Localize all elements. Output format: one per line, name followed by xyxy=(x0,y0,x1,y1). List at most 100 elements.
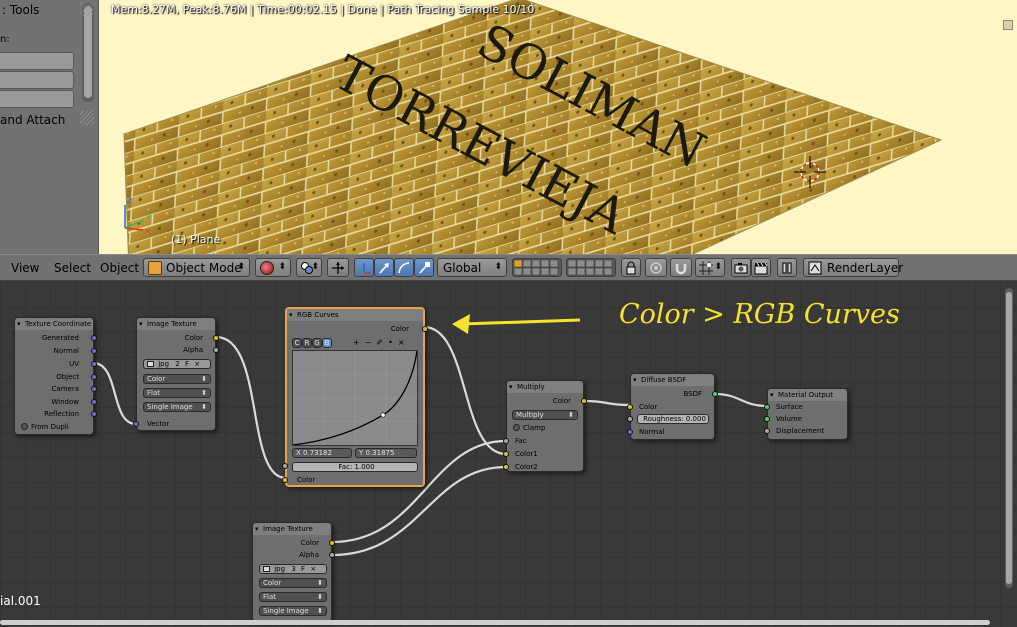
manipulator-scale-toggle[interactable] xyxy=(414,258,434,277)
channel-tab-r[interactable]: R xyxy=(302,338,312,348)
manipulator-toggle[interactable] xyxy=(327,258,349,277)
roughness-field[interactable]: Roughness: 0.000 xyxy=(637,414,709,424)
input-socket-volume[interactable] xyxy=(764,416,770,422)
output-socket[interactable] xyxy=(91,411,97,417)
node-texture-coordinate[interactable]: Texture Coordinate Generated Normal UV O… xyxy=(14,317,97,435)
output-socket-color[interactable] xyxy=(422,326,428,332)
zoom-in-icon[interactable]: + xyxy=(353,338,365,347)
render-layer-selector[interactable]: RenderLayer xyxy=(803,258,903,277)
node-title[interactable]: Image Texture xyxy=(137,318,215,330)
output-socket[interactable] xyxy=(91,335,97,341)
node-title[interactable]: Material Output xyxy=(768,389,847,401)
channel-tab-b[interactable]: B xyxy=(322,338,332,348)
menu-select[interactable]: Select xyxy=(54,261,91,275)
manipulator-arrow-toggle[interactable] xyxy=(374,258,394,277)
input-socket-fac[interactable] xyxy=(282,463,288,469)
node-editor[interactable]: Color > RGB Curves Texture Coordinate Ge… xyxy=(0,282,1017,627)
output-socket-alpha[interactable] xyxy=(213,347,219,353)
pivot-selector[interactable]: ⬍ xyxy=(296,258,322,277)
node-image-texture-1[interactable]: Image Texture Color Alpha jpg 2 F × Colo… xyxy=(133,317,219,431)
node-material-output[interactable]: Material Output Surface Volume Displacem… xyxy=(764,388,848,440)
node-editor-horizontal-scrollbar[interactable] xyxy=(0,620,1017,625)
snap-element-selector[interactable]: ⬍ xyxy=(695,258,725,277)
node-title[interactable]: RGB Curves xyxy=(287,309,423,321)
node-title[interactable]: Image Texture xyxy=(253,523,331,535)
blend-type-dropdown[interactable]: Multiply ⬍ xyxy=(512,410,578,420)
fake-user-toggle[interactable]: F xyxy=(301,565,305,573)
projection-dropdown[interactable]: Flat ⬍ xyxy=(259,592,327,602)
tool-button[interactable] xyxy=(0,90,74,108)
3d-viewport[interactable]: SOLIMAN TORREVIEJA z y x Mem:8.27M, Peak… xyxy=(99,0,1017,254)
node-editor-vertical-scrollbar[interactable] xyxy=(1005,288,1013,588)
node-diffuse-bsdf[interactable]: Diffuse BSDF BSDF Color Roughness: 0.000… xyxy=(627,373,718,440)
proportional-edit-button[interactable] xyxy=(645,258,667,277)
output-socket-alpha[interactable] xyxy=(329,552,335,558)
projection-dropdown[interactable]: Flat ⬍ xyxy=(143,388,211,398)
transform-orientation-selector[interactable]: Global ⬍ xyxy=(437,258,507,277)
scene-layers-grid[interactable] xyxy=(512,258,562,277)
render-animation-button[interactable] xyxy=(751,258,771,277)
attach-panel-header[interactable]: and Attach xyxy=(0,113,65,127)
output-socket[interactable] xyxy=(91,348,97,354)
output-socket[interactable] xyxy=(91,374,97,380)
output-socket-color[interactable] xyxy=(213,335,219,341)
node-title[interactable]: Diffuse BSDF xyxy=(631,374,714,386)
node-title[interactable]: Texture Coordinate xyxy=(15,318,93,330)
input-socket-roughness[interactable] xyxy=(627,416,633,422)
output-socket-color[interactable] xyxy=(329,540,335,546)
viewport-shading-selector[interactable]: ⬍ xyxy=(255,258,291,277)
output-socket[interactable] xyxy=(91,386,97,392)
mode-selector[interactable]: Object Mode ⬍ xyxy=(143,258,250,277)
area-split-widget[interactable] xyxy=(1003,20,1013,30)
reset-x-icon[interactable]: × xyxy=(398,338,410,347)
manipulator-translate-toggle[interactable] xyxy=(354,258,374,277)
fac-slider[interactable]: Fac: 1.000 xyxy=(292,462,418,472)
input-socket-color2[interactable] xyxy=(503,464,509,470)
input-socket-color[interactable] xyxy=(282,477,288,483)
input-socket-vector[interactable] xyxy=(133,421,139,427)
image-users[interactable]: 3 xyxy=(291,565,295,573)
output-socket-bsdf[interactable] xyxy=(712,391,718,397)
lock-layers-button[interactable] xyxy=(621,258,641,277)
input-socket-color1[interactable] xyxy=(503,451,509,457)
input-socket-fac[interactable] xyxy=(503,438,509,444)
source-dropdown[interactable]: Single Image ⬍ xyxy=(143,402,211,412)
scene-layers-grid-2[interactable] xyxy=(566,258,616,277)
close-icon[interactable]: × xyxy=(310,565,316,573)
curve-editor[interactable] xyxy=(292,350,418,446)
fake-user-toggle[interactable]: F xyxy=(185,360,189,368)
zoom-out-icon[interactable]: − xyxy=(365,338,377,347)
channel-tab-c[interactable]: C xyxy=(292,338,302,348)
menu-object[interactable]: Object xyxy=(100,261,139,275)
panel-grip-icon[interactable] xyxy=(80,111,94,125)
point-x-field[interactable]: X 0.73182 xyxy=(292,448,352,458)
output-socket[interactable] xyxy=(91,399,97,405)
channel-tab-g[interactable]: G xyxy=(312,338,322,348)
input-socket-surface[interactable] xyxy=(764,404,770,410)
image-users[interactable]: 2 xyxy=(175,360,179,368)
menu-view[interactable]: View xyxy=(11,261,39,275)
tool-button[interactable] xyxy=(0,52,74,70)
image-datablock[interactable]: jpg 3 F × xyxy=(259,564,327,574)
from-dupli-checkbox[interactable] xyxy=(21,423,28,430)
panel-grip-icon[interactable] xyxy=(80,2,94,16)
manipulator-rotate-toggle[interactable] xyxy=(394,258,414,277)
color-space-dropdown[interactable]: Color ⬍ xyxy=(143,374,211,384)
source-dropdown[interactable]: Single Image ⬍ xyxy=(259,606,327,616)
node-image-texture-2[interactable]: Image Texture Color Alpha jpg 3 F × Colo… xyxy=(252,522,335,622)
node-rgb-curves[interactable]: RGB Curves Color CRGB +−✐•× X 0.73182 Y … xyxy=(282,307,428,487)
input-socket-normal[interactable] xyxy=(627,429,633,435)
tool-shelf-title[interactable]: : Tools xyxy=(2,3,39,17)
input-socket-displacement[interactable] xyxy=(764,428,770,434)
input-socket-color[interactable] xyxy=(627,404,633,410)
point-y-field[interactable]: Y 0.31875 xyxy=(355,448,417,458)
node-multiply[interactable]: Multiply Color Multiply⬍ Clamp Fac Color… xyxy=(503,380,587,472)
clamp-checkbox[interactable] xyxy=(513,424,520,431)
tool-shelf-scrollbar[interactable] xyxy=(82,2,94,102)
tool-button[interactable] xyxy=(0,71,74,89)
node-title[interactable]: Multiply xyxy=(507,381,583,393)
render-still-button[interactable] xyxy=(731,258,751,277)
output-socket[interactable] xyxy=(91,361,97,367)
close-icon[interactable]: × xyxy=(194,360,200,368)
tools-wrench-icon[interactable]: ✐ xyxy=(376,338,388,347)
